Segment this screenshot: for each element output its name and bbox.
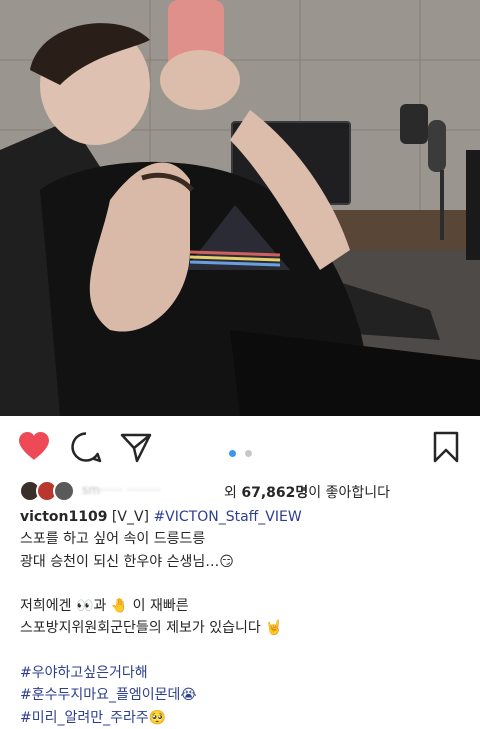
caption-line: 스포를 하고 싶어 속이 드릉드릉 bbox=[20, 531, 206, 548]
likes-count-text[interactable]: 외 67,862명이 좋아합니다 bbox=[224, 482, 390, 502]
photo-illustration bbox=[0, 0, 480, 416]
post-photo[interactable] bbox=[0, 0, 480, 416]
hashtag-link[interactable]: #VICTON_Staff_VIEW bbox=[153, 509, 301, 525]
hashtag-link[interactable]: #미리_알려만_주라주🥺 bbox=[20, 707, 470, 729]
caption-line: 광대 승천이 되신 한우야 슨생님…😏 bbox=[20, 553, 234, 570]
likes-row: sm······ ········· 외 67,862명이 좋아합니다 bbox=[0, 478, 480, 504]
hashtag-link[interactable]: #훈수두지마요_플엠이몬데😭 bbox=[20, 684, 470, 706]
comment-icon[interactable] bbox=[70, 431, 102, 467]
post-caption: victon1109 [V_V] #VICTON_Staff_VIEW 스포를 … bbox=[20, 506, 470, 729]
carousel-indicator bbox=[229, 442, 256, 461]
caption-line: 저희에겐 👀과 🤚 이 재빠른 bbox=[20, 598, 189, 615]
carousel-dot-active bbox=[229, 450, 236, 457]
likes-prefix: 외 bbox=[224, 485, 237, 501]
share-icon[interactable] bbox=[120, 431, 152, 467]
heart-icon[interactable] bbox=[18, 431, 50, 465]
hashtag-link[interactable]: #우야하고싶은거다해 bbox=[20, 662, 470, 684]
caption-username[interactable]: victon1109 bbox=[20, 509, 107, 525]
carousel-dot bbox=[245, 450, 253, 457]
caption-text: [V_V] bbox=[111, 509, 149, 525]
bookmark-icon[interactable] bbox=[432, 431, 460, 467]
caption-line: victon1109 [V_V] #VICTON_Staff_VIEW bbox=[20, 506, 470, 528]
liker-names-blurred: sm······ ········· bbox=[82, 483, 161, 497]
avatar[interactable] bbox=[53, 480, 75, 502]
likes-suffix: 이 좋아합니다 bbox=[308, 485, 390, 501]
caption-line: 스포방지위원회군단들의 제보가 있습니다 🤘 bbox=[20, 620, 283, 637]
likes-count: 67,862명 bbox=[241, 485, 309, 501]
